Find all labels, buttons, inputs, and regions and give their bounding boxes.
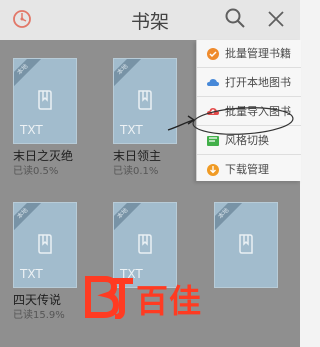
book-cover[interactable]: 本地 (214, 202, 278, 288)
book-ribbon: 本地 (114, 59, 142, 89)
book-cover[interactable]: 本地 TXT (13, 58, 77, 144)
book-format: TXT (20, 123, 43, 137)
cloud-icon (207, 79, 219, 86)
book-format: TXT (120, 123, 143, 137)
book-icon (38, 90, 52, 110)
top-bar: 书架 (0, 0, 300, 40)
book-ribbon: 本地 (114, 203, 142, 233)
book-icon (138, 90, 152, 110)
menu-item-theme[interactable]: 风格切换 (197, 129, 301, 153)
book-format: TXT (20, 267, 43, 281)
watermark-logo: 百佳 (81, 271, 221, 323)
menu-item-download[interactable]: 下载管理 (197, 158, 301, 182)
menu-divider (197, 125, 301, 126)
book-icon (239, 234, 253, 254)
book-icon (38, 234, 52, 254)
menu-divider (197, 96, 301, 97)
overflow-menu: 批量管理书籍 打开本地图书 批量导入图书 风格切换 下载管理 (196, 40, 301, 181)
search-icon[interactable] (224, 7, 246, 29)
menu-label: 打开本地图书 (225, 76, 291, 89)
book-ribbon: 本地 (14, 59, 42, 89)
download-icon (207, 164, 219, 176)
menu-divider (197, 67, 301, 68)
menu-item-open-local[interactable]: 打开本地图书 (197, 71, 301, 95)
cloud-upload-icon (207, 108, 219, 115)
menu-label: 下载管理 (225, 163, 269, 176)
book-cover[interactable]: 本地 TXT (13, 202, 77, 288)
page-title: 书架 (130, 11, 169, 33)
theme-icon (207, 136, 219, 146)
menu-label: 批量导入图书 (225, 105, 291, 118)
menu-label: 批量管理书籍 (225, 47, 291, 60)
menu-label: 风格切换 (225, 134, 269, 147)
menu-item-batch-manage[interactable]: 批量管理书籍 (197, 42, 301, 66)
book-cover[interactable]: 本地 TXT (113, 58, 177, 144)
close-icon[interactable] (265, 8, 287, 30)
book-icon (138, 234, 152, 254)
menu-item-batch-import[interactable]: 批量导入图书 (197, 100, 301, 124)
book-progress: 已读0.5% (13, 166, 59, 177)
book-ribbon: 本地 (215, 203, 243, 233)
check-icon (207, 48, 219, 60)
menu-divider (197, 154, 301, 155)
book-ribbon: 本地 (14, 203, 42, 233)
logo-mark-icon (85, 276, 133, 319)
watermark-brand: 百佳 (136, 283, 203, 319)
